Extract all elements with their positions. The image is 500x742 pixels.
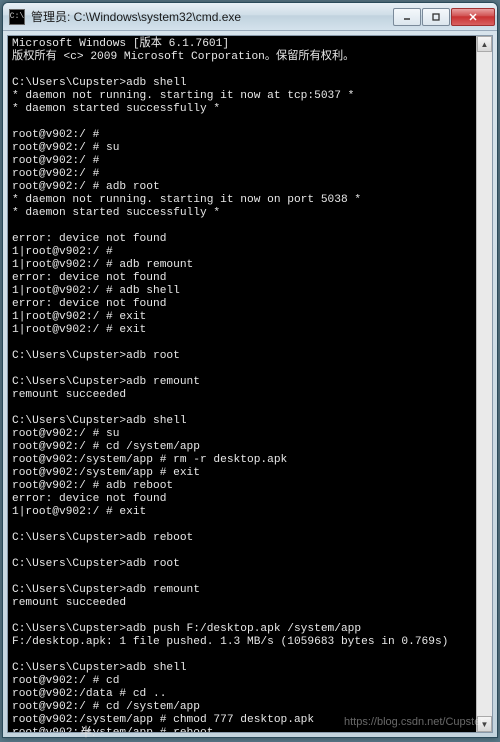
close-button[interactable] [451, 8, 495, 26]
app-icon: C:\ [9, 9, 25, 25]
terminal-output[interactable]: Microsoft Windows [版本 6.1.7601] 版权所有 <c>… [8, 36, 492, 733]
titlebar[interactable]: C:\ 管理员: C:\Windows\system32\cmd.exe [3, 3, 497, 31]
window-controls [393, 8, 495, 26]
ime-status: 半: [80, 723, 95, 740]
close-icon [468, 12, 478, 22]
console-window: C:\ 管理员: C:\Windows\system32\cmd.exe Mic… [2, 2, 498, 738]
vertical-scrollbar[interactable]: ▲ ▼ [476, 36, 492, 732]
window-title: 管理员: C:\Windows\system32\cmd.exe [31, 8, 393, 25]
scroll-up-button[interactable]: ▲ [477, 36, 492, 52]
scroll-track[interactable] [477, 52, 492, 716]
maximize-button[interactable] [422, 8, 450, 26]
watermark-text: https://blog.csdn.net/Cupster [344, 716, 484, 728]
minimize-icon [402, 12, 412, 22]
minimize-button[interactable] [393, 8, 421, 26]
maximize-icon [431, 12, 441, 22]
client-area: Microsoft Windows [版本 6.1.7601] 版权所有 <c>… [7, 35, 493, 733]
